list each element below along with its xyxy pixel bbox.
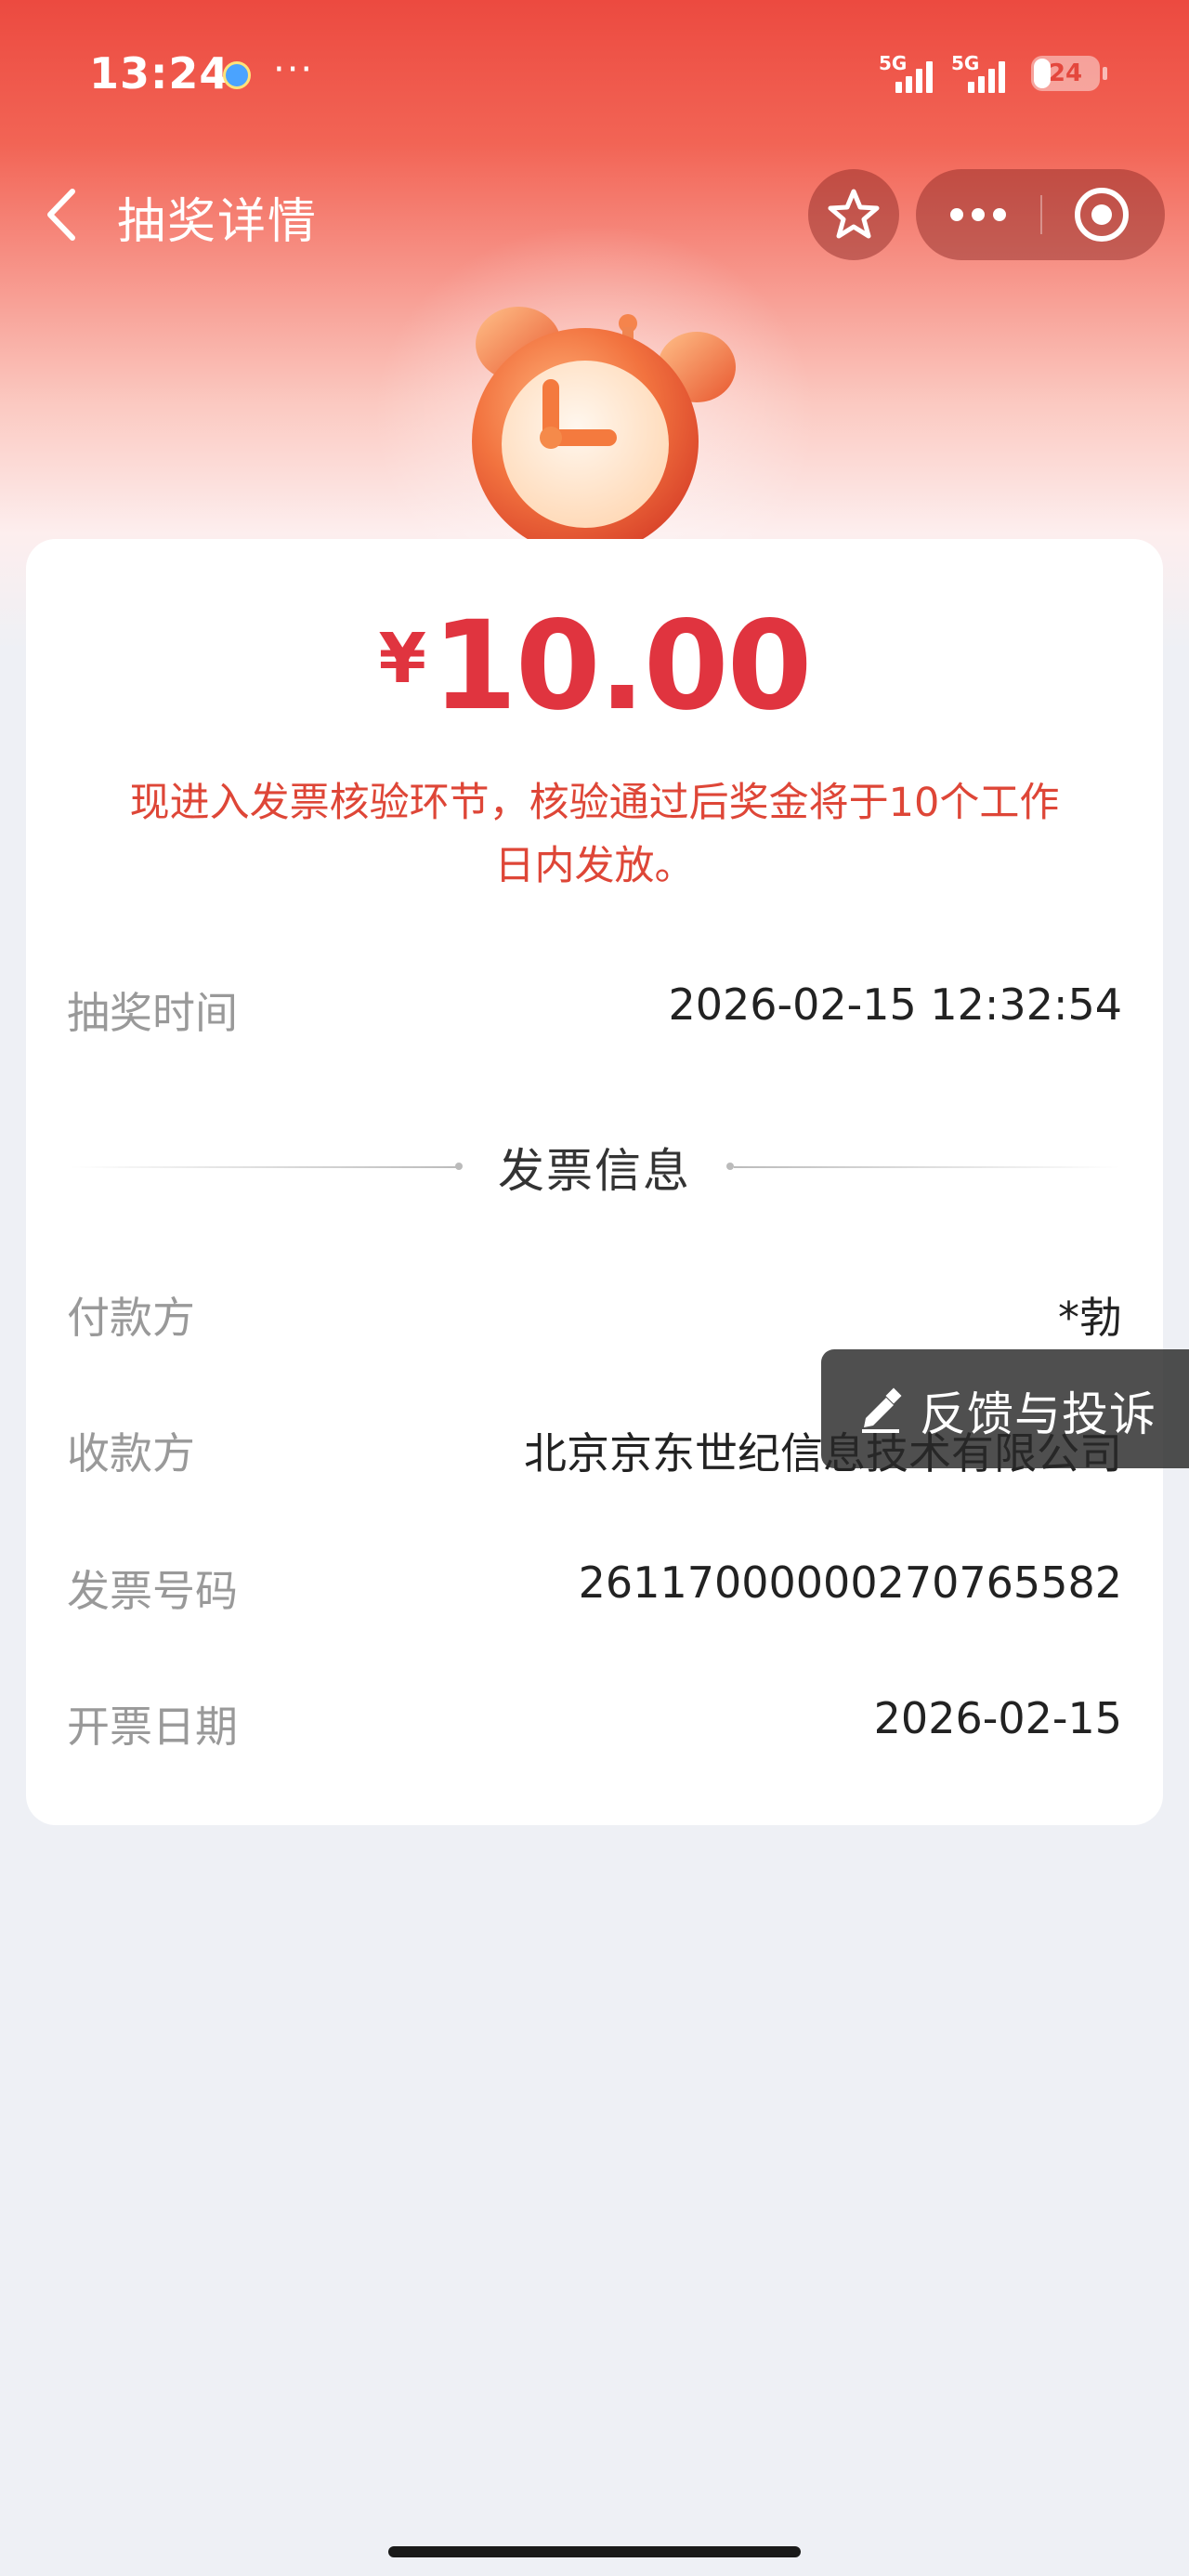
star-icon <box>828 189 880 239</box>
payee-label: 收款方 <box>67 1428 195 1479</box>
alarm-clock-icon <box>472 307 736 548</box>
draw-time-row: 抽奖时间 2026-02-15 12:32:54 <box>67 970 1122 1038</box>
back-button[interactable] <box>35 182 91 247</box>
payer-value: *勃 <box>1058 1293 1122 1343</box>
currency-symbol: ¥ <box>378 619 426 699</box>
signal-icon-1: 5G <box>879 52 944 93</box>
section-divider-right <box>734 1166 1120 1168</box>
draw-time-value: 2026-02-15 12:32:54 <box>668 979 1122 1030</box>
chevron-left-icon <box>47 189 75 241</box>
target-close-icon <box>1075 188 1129 242</box>
divider-dot-right <box>726 1163 734 1170</box>
more-button[interactable] <box>916 169 1040 260</box>
issue-date-row: 开票日期 2026-02-15 <box>67 1684 1122 1752</box>
amount-value: 10.00 <box>431 595 813 738</box>
prize-amount: ¥10.00 <box>26 595 1163 738</box>
pencil-icon <box>862 1387 902 1433</box>
battery-icon: 24 <box>1031 56 1107 91</box>
issue-date-label: 开票日期 <box>67 1702 238 1752</box>
prize-notice: 现进入发票核验环节，核验通过后奖金将于10个工作日内发放。 <box>129 780 1060 889</box>
home-indicator[interactable] <box>388 2546 801 2557</box>
favorite-button[interactable] <box>808 169 899 260</box>
feedback-label: 反馈与投诉 <box>920 1387 1156 1441</box>
invoice-number-label: 发票号码 <box>67 1566 238 1616</box>
status-bar: 13:24 ··· 5G 5G 24 <box>0 0 1189 149</box>
feedback-button[interactable]: 反馈与投诉 <box>821 1349 1189 1468</box>
payer-row: 付款方 *勃 <box>67 1275 1122 1343</box>
draw-time-label: 抽奖时间 <box>67 988 238 1038</box>
invoice-number-value: 26117000000270765582 <box>578 1557 1122 1608</box>
page-title: 抽奖详情 <box>117 194 319 250</box>
invoice-number-row: 发票号码 26117000000270765582 <box>67 1548 1122 1616</box>
more-dots-icon <box>950 208 1006 221</box>
payer-label: 付款方 <box>67 1293 195 1343</box>
status-time: 13:24 <box>89 48 230 99</box>
signal-2-label: 5G <box>951 52 980 74</box>
app-notification-icon <box>223 61 251 89</box>
status-more-icon: ··· <box>273 48 315 91</box>
signal-1-label: 5G <box>879 52 908 74</box>
signal-icon-2: 5G <box>951 52 1016 93</box>
close-mini-program-button[interactable] <box>1042 169 1165 260</box>
battery-level: 24 <box>1048 59 1083 87</box>
mini-program-capsule <box>916 169 1165 260</box>
issue-date-value: 2026-02-15 <box>873 1693 1122 1743</box>
